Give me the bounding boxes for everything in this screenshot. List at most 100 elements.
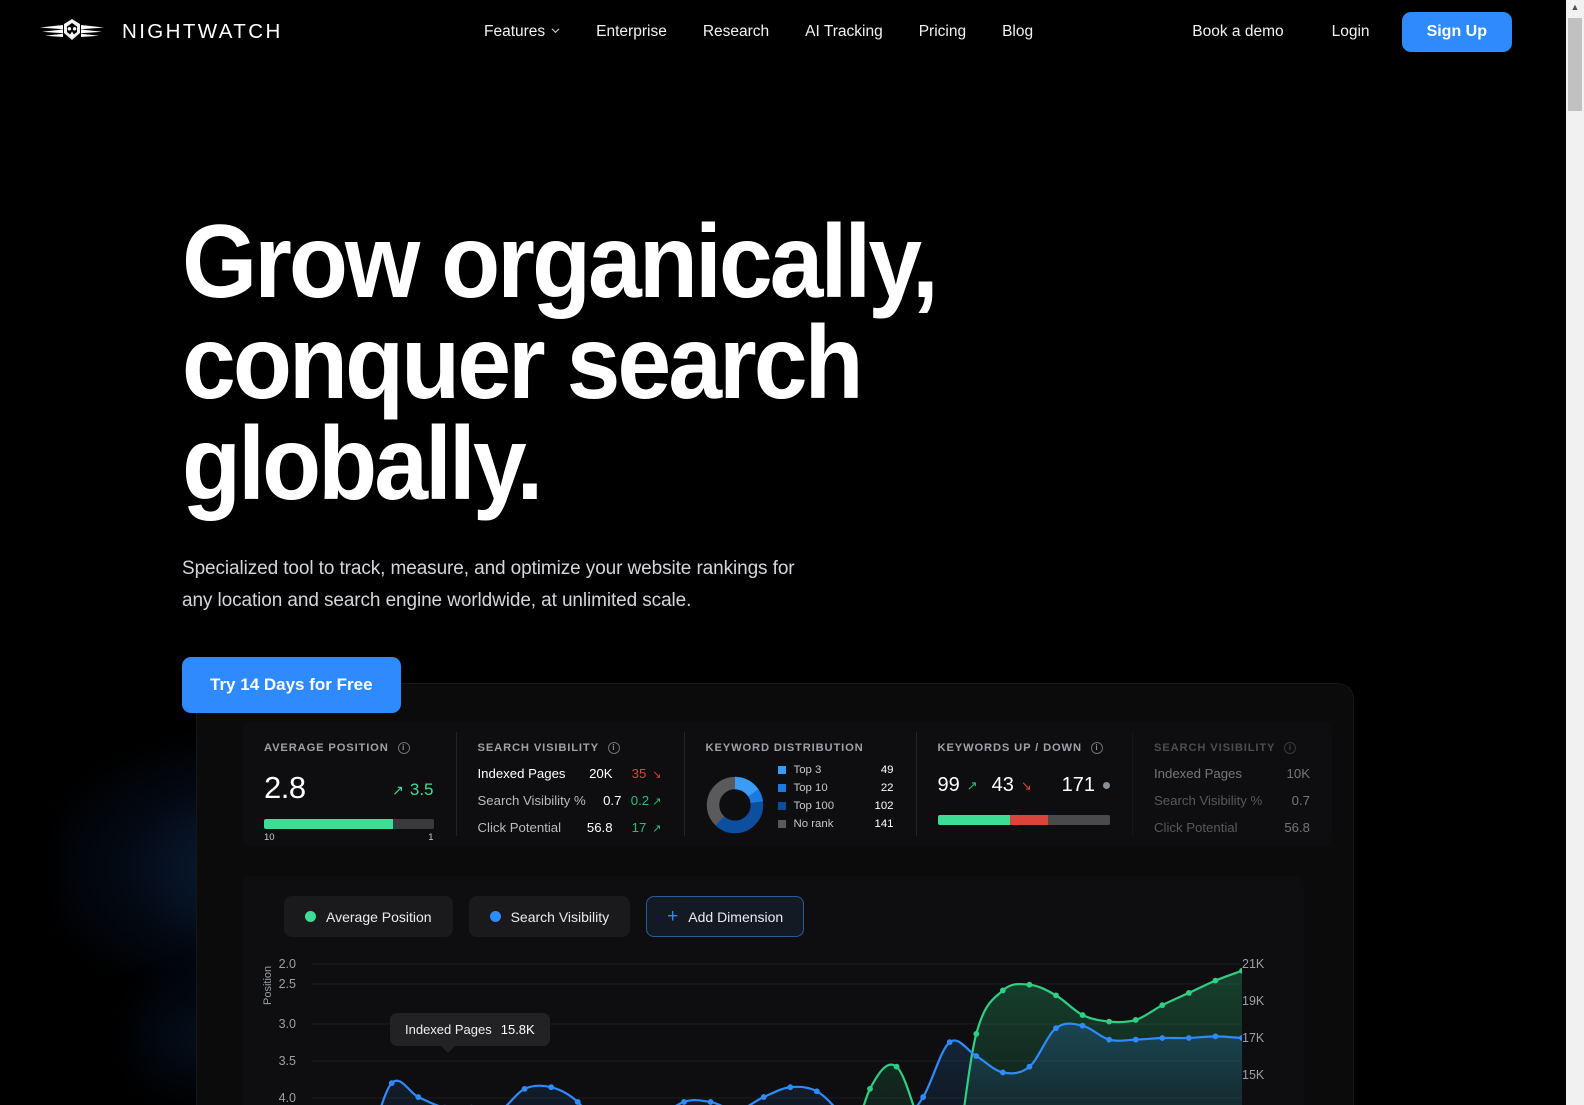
scale-right: 1 (428, 832, 434, 843)
arrow-up-icon: ↗ (652, 796, 662, 808)
row-delta: 17 (631, 820, 647, 835)
arrow-up-icon: ↗ (966, 777, 978, 793)
metric-card-keywords-up-down[interactable]: KEYWORDS UP / DOWN i 99 ↗ 43 ↘ 171 (915, 722, 1132, 846)
add-dimension-label: Add Dimension (688, 908, 784, 925)
legend-label: Top 3 (793, 764, 822, 776)
arrow-up-icon: ↗ (652, 823, 662, 835)
legend-swatch (777, 820, 786, 828)
metric-card-header: AVERAGE POSITION i (264, 742, 434, 754)
page-title-line2: conquer search globally. (182, 305, 864, 522)
keywords-down-value: 43 (991, 774, 1014, 796)
average-position-scale: 10 1 (264, 832, 434, 843)
chart-tooltip: Indexed Pages 15.8K (390, 1013, 550, 1053)
series-color-dot-icon (305, 911, 316, 922)
metric-card-search-visibility[interactable]: SEARCH VISIBILITY i Indexed Pages 20K 35… (455, 722, 684, 846)
row-delta: 0.2 (630, 793, 650, 808)
scrollbar-up-arrow-icon[interactable]: ▲ (1566, 3, 1584, 12)
page-scrollbar[interactable]: ▲ (1566, 0, 1584, 1105)
info-icon[interactable]: i (397, 742, 410, 754)
metric-card-header: SEARCH VISIBILITY i (478, 742, 662, 754)
row-delta: 35 (631, 766, 647, 781)
average-position-delta-group: ↗ 3.5 (392, 780, 433, 800)
info-icon[interactable]: i (607, 742, 620, 754)
row-value: 20K (589, 766, 613, 781)
owl-logo-icon (40, 19, 104, 40)
average-position-delta: 3.5 (409, 780, 434, 799)
metric-card-search-visibility-2[interactable]: SEARCH VISIBILITY i Indexed Pages 10K Se… (1132, 722, 1332, 846)
page-root: NIGHTWATCH Features Enterprise Research … (0, 0, 1584, 1105)
nav-link-features-label: Features (484, 23, 546, 40)
nav-link-ai-tracking-label: AI Tracking (805, 23, 883, 40)
signup-button[interactable]: Sign Up (1401, 12, 1512, 52)
nav-link-blog-label: Blog (1002, 23, 1034, 40)
brand-name: NIGHTWATCH (122, 20, 283, 43)
nav-link-research[interactable]: Research (685, 23, 787, 41)
nav-link-ai-tracking[interactable]: AI Tracking (787, 23, 901, 41)
nav-links: Features Enterprise Research AI Tracking… (484, 0, 1051, 64)
keyword-distribution-title: KEYWORD DISTRIBUTION (705, 742, 864, 754)
dimension-chip-search-visibility[interactable]: Search Visibility (468, 896, 631, 937)
nav-link-features[interactable]: Features (484, 23, 578, 41)
average-position-bar-track (264, 819, 434, 829)
row-label: Click Potential (477, 820, 562, 835)
row-label: Search Visibility % (477, 793, 586, 808)
table-row: Click Potential 56.8 (1154, 820, 1310, 835)
info-icon[interactable]: i (1090, 742, 1103, 754)
metric-card-keyword-distribution[interactable]: KEYWORD DISTRIBUTION Top 3 49 Top 10 22 … (683, 722, 916, 846)
scrollbar-thumb[interactable] (1568, 18, 1582, 111)
metrics-row: AVERAGE POSITION i 2.8 ↗ 3.5 10 1 SEARCH… (242, 722, 1332, 846)
row-value: 0.7 (603, 793, 622, 808)
legend-value: 22 (880, 782, 894, 794)
dashboard-preview: AVERAGE POSITION i 2.8 ↗ 3.5 10 1 SEARCH… (196, 683, 1354, 1105)
metric-card-header: KEYWORD DISTRIBUTION (706, 742, 894, 754)
login-link[interactable]: Login (1308, 23, 1394, 41)
nav-link-pricing[interactable]: Pricing (901, 23, 984, 41)
average-position-bar-fill (264, 819, 393, 829)
plus-icon: + (667, 906, 679, 927)
brand-logo-group[interactable]: NIGHTWATCH (36, 17, 283, 47)
list-item: Top 100 102 (777, 800, 894, 812)
row-label: Indexed Pages (1154, 766, 1242, 781)
nav-link-research-label: Research (702, 23, 770, 40)
legend-value: 141 (874, 818, 894, 830)
y-tick-left-4: 4.0 (278, 1091, 296, 1105)
list-item: Top 10 22 (777, 782, 894, 794)
info-icon[interactable]: i (1284, 742, 1297, 754)
table-row: Click Potential 56.8 17 ↗ (478, 820, 662, 835)
row-value: 56.8 (586, 820, 613, 835)
row-label: Search Visibility % (1154, 793, 1263, 808)
dimension-chip-average-position[interactable]: Average Position (284, 896, 453, 937)
table-row: Search Visibility % 0.7 0.2 ↗ (478, 793, 662, 808)
tooltip-label: Indexed Pages (405, 1022, 492, 1037)
dimension-toolbar: Average Position Search Visibility + Add… (242, 876, 1304, 937)
legend-swatch (777, 784, 786, 792)
bar-segment-down (1009, 815, 1048, 825)
dimension-label: Search Visibility (510, 908, 610, 925)
page-title-line1: Grow organically, (182, 204, 939, 320)
book-demo-link[interactable]: Book a demo (1168, 23, 1307, 41)
tooltip-value: 15.8K (500, 1022, 535, 1037)
donut-chart (706, 776, 763, 834)
list-item: No rank 141 (777, 818, 894, 830)
y-tick-left-2: 3.0 (278, 1017, 296, 1031)
keywords-stacked-bar (937, 815, 1110, 825)
hero-subtitle-line2: any location and search engine worldwide… (182, 590, 692, 611)
chevron-down-icon (551, 27, 560, 33)
row-label: Click Potential (1154, 820, 1238, 835)
y-tick-right-1: 19K (1242, 994, 1265, 1008)
try-free-button[interactable]: Try 14 Days for Free (182, 657, 401, 713)
bar-segment-up (937, 815, 1010, 825)
nav-link-blog[interactable]: Blog (984, 23, 1051, 41)
bar-segment-neutral (1047, 815, 1110, 825)
table-row: Indexed Pages 10K (1154, 766, 1310, 781)
arrow-down-icon: ↘ (652, 769, 662, 781)
nav-link-enterprise[interactable]: Enterprise (578, 23, 685, 41)
nav-link-enterprise-label: Enterprise (596, 23, 667, 40)
metric-card-average-position[interactable]: AVERAGE POSITION i 2.8 ↗ 3.5 10 1 (242, 722, 456, 846)
chart-area: Position 2.0 2.5 3.0 3.5 4.0 21K 19K 17K… (242, 953, 1304, 1105)
list-item: Top 3 49 (777, 764, 894, 776)
row-value: 56.8 (1284, 820, 1310, 835)
nav-link-pricing-label: Pricing (918, 23, 967, 40)
legend-label: Top 100 (793, 800, 835, 812)
add-dimension-button[interactable]: + Add Dimension (646, 896, 805, 937)
